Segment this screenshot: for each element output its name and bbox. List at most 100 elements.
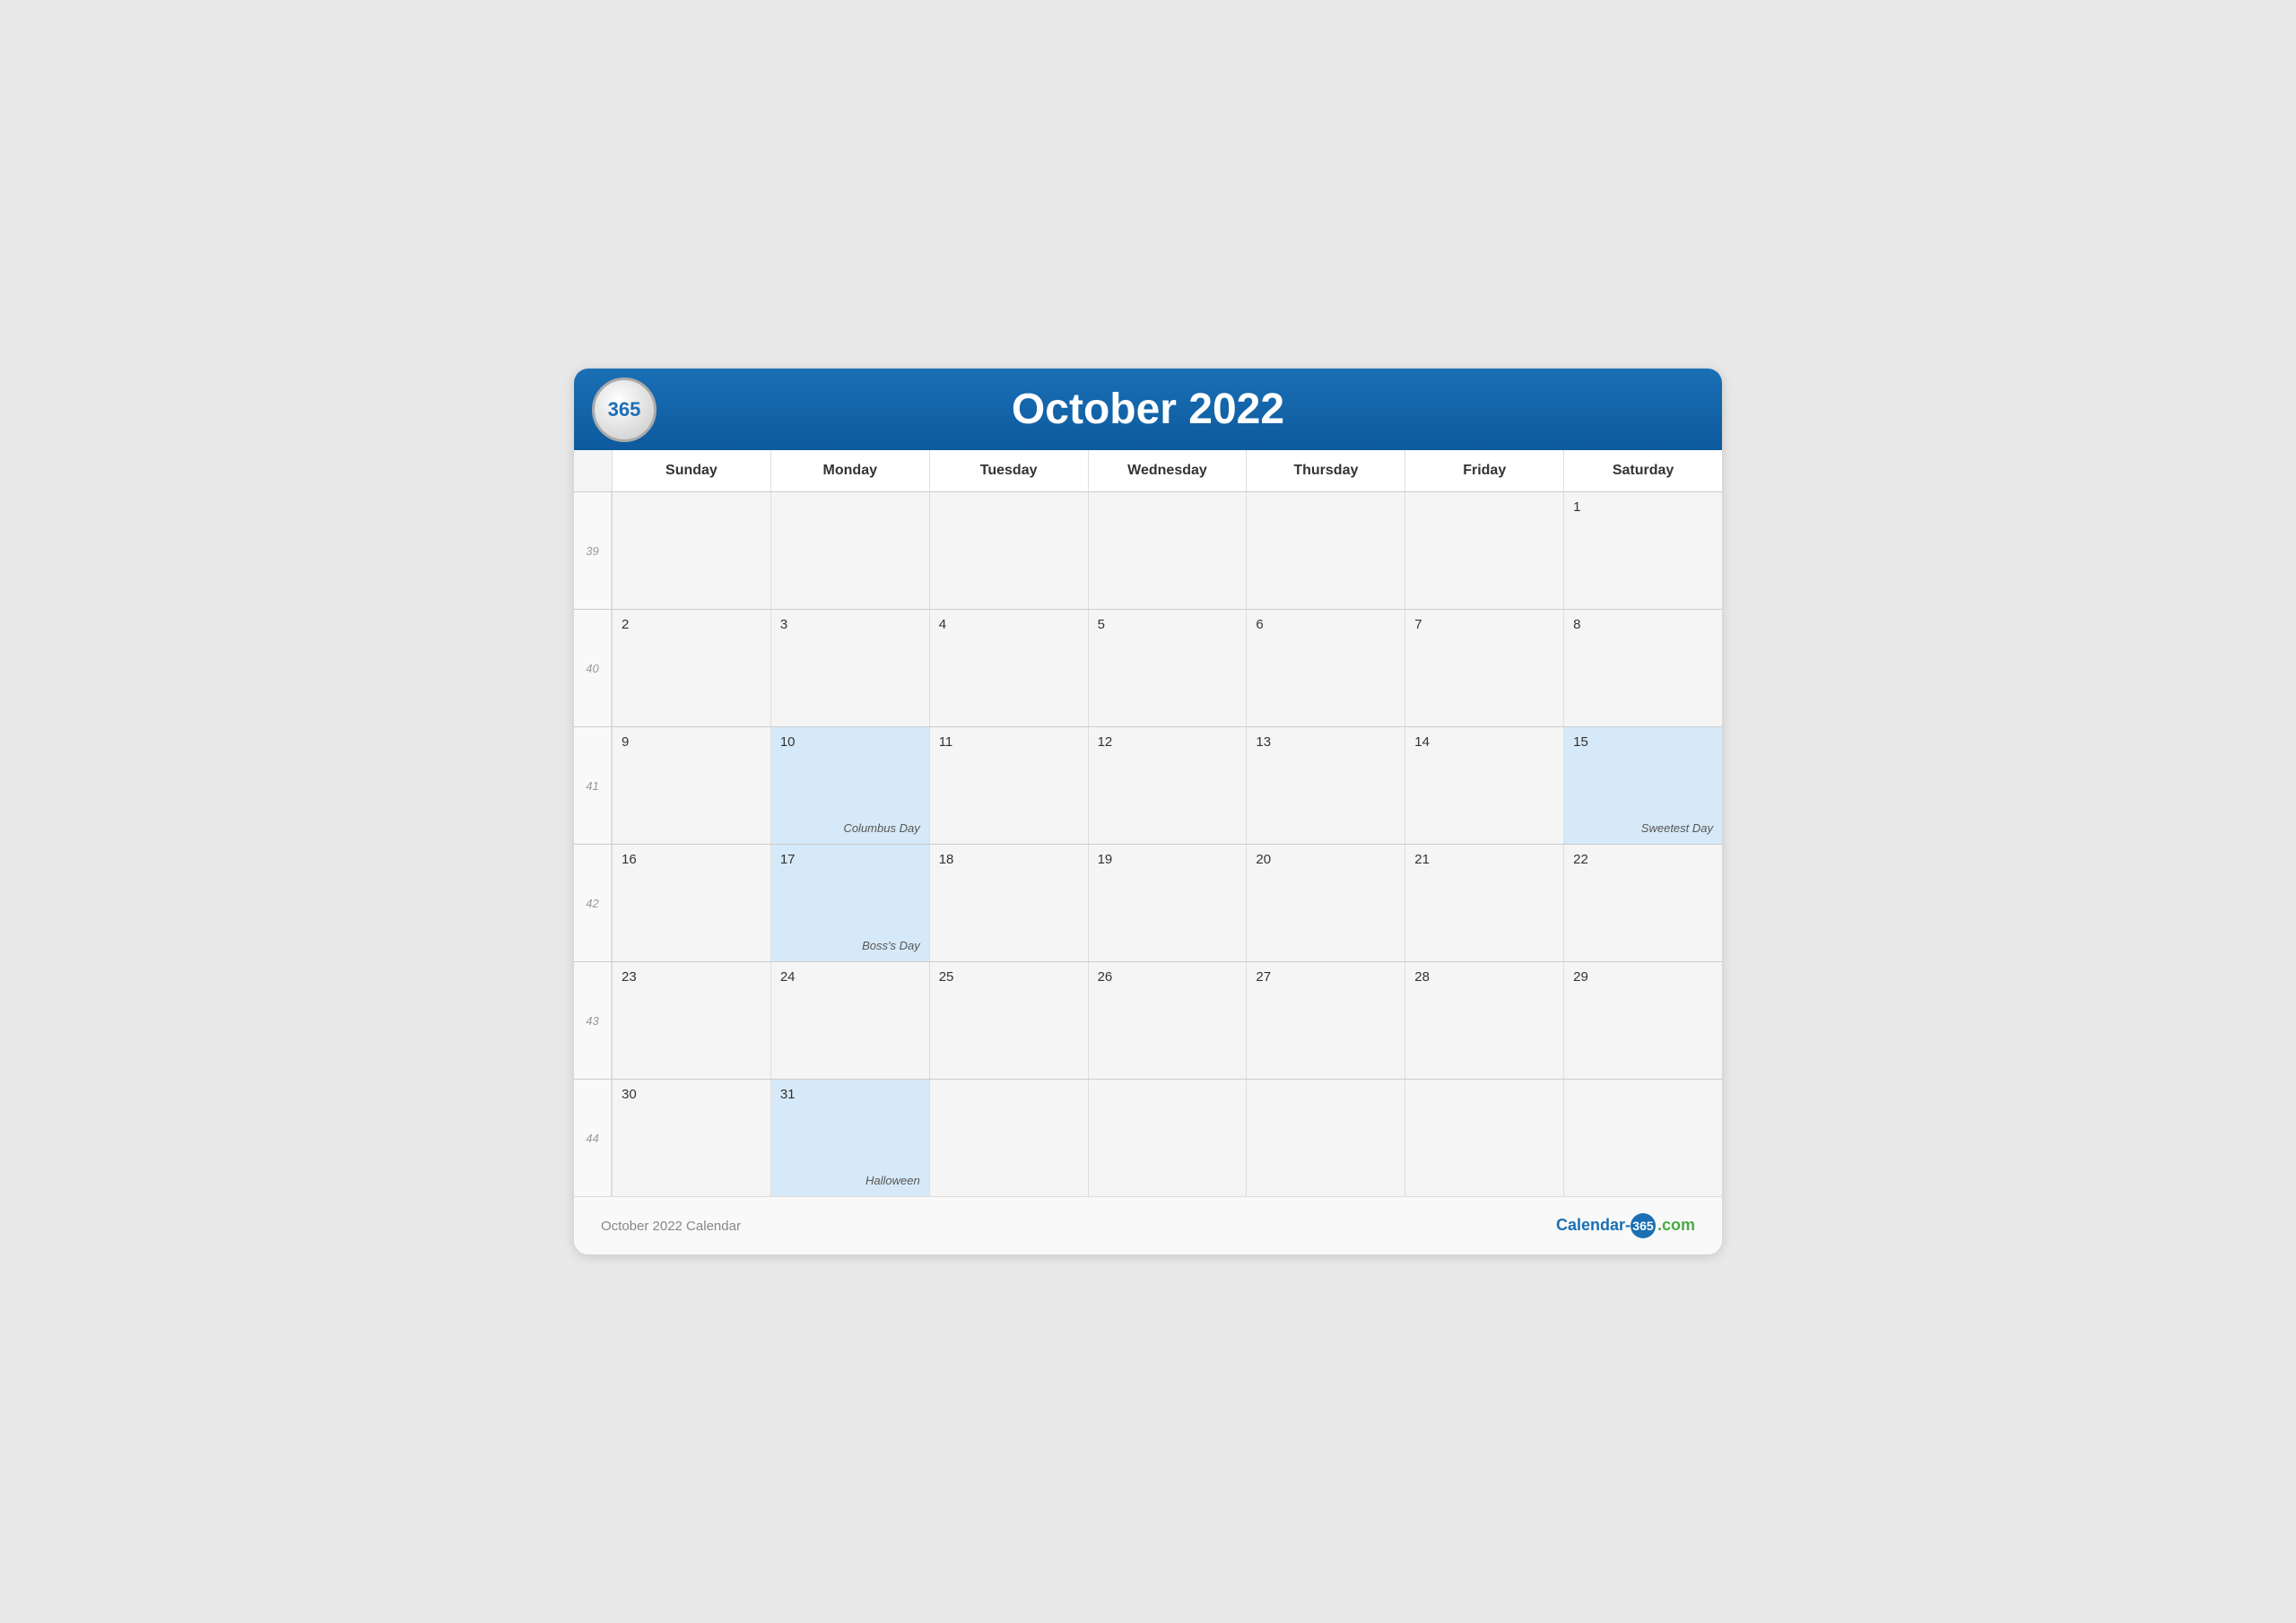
week-number-39: 39	[574, 492, 612, 609]
day-cell-16: 16	[612, 845, 770, 961]
day-number: 18	[939, 852, 1079, 867]
footer-brand-text: Calendar-365.com	[1556, 1216, 1695, 1234]
day-cell-empty	[770, 492, 929, 609]
day-cell-9: 9	[612, 727, 770, 844]
day-cell-25: 25	[929, 962, 1088, 1079]
calendar-container: 365 October 2022 SundayMondayTuesdayWedn…	[574, 369, 1722, 1254]
logo-text: 365	[608, 398, 641, 421]
logo-badge: 365	[592, 378, 657, 442]
day-number: 13	[1256, 734, 1396, 750]
day-number: 24	[780, 969, 920, 985]
calendar-row: 39 1	[574, 492, 1722, 610]
week-number-43: 43	[574, 962, 612, 1079]
day-cell-23: 23	[612, 962, 770, 1079]
day-number: 16	[622, 852, 761, 867]
footer-left-text: October 2022 Calendar	[601, 1219, 741, 1234]
day-cell-26: 26	[1088, 962, 1247, 1079]
day-number: 26	[1098, 969, 1238, 985]
day-cell-3: 3	[770, 610, 929, 726]
day-number: 31	[780, 1087, 920, 1102]
day-cell-21: 21	[1405, 845, 1563, 961]
day-number: 14	[1414, 734, 1554, 750]
day-cell-27: 27	[1246, 962, 1405, 1079]
day-number: 28	[1414, 969, 1554, 985]
day-cell-6: 6	[1246, 610, 1405, 726]
day-number: 8	[1573, 617, 1713, 632]
day-cell-19: 19	[1088, 845, 1247, 961]
day-header-tuesday: Tuesday	[929, 450, 1088, 491]
day-cell-17: 17 Boss's Day	[770, 845, 929, 961]
day-cell-5: 5	[1088, 610, 1247, 726]
day-cell-empty	[1246, 492, 1405, 609]
day-number: 10	[780, 734, 920, 750]
day-cell-empty	[1246, 1080, 1405, 1196]
holiday-label: Halloween	[865, 1174, 920, 1187]
day-header-saturday: Saturday	[1563, 450, 1722, 491]
day-cell-29: 29	[1563, 962, 1722, 1079]
day-cell-22: 22	[1563, 845, 1722, 961]
day-cell-24: 24	[770, 962, 929, 1079]
calendar-title: October 2022	[1012, 385, 1284, 434]
calendar-footer: October 2022 Calendar Calendar-365.com	[574, 1196, 1722, 1254]
day-number: 6	[1256, 617, 1396, 632]
day-cell-10: 10 Columbus Day	[770, 727, 929, 844]
day-number: 1	[1573, 499, 1713, 515]
day-header-thursday: Thursday	[1246, 450, 1405, 491]
day-cell-8: 8	[1563, 610, 1722, 726]
day-header-sunday: Sunday	[612, 450, 770, 491]
holiday-label: Columbus Day	[843, 821, 919, 835]
day-number: 2	[622, 617, 761, 632]
day-number: 11	[939, 734, 1079, 750]
day-number: 20	[1256, 852, 1396, 867]
day-cell-empty	[1563, 1080, 1722, 1196]
day-cell-empty	[929, 1080, 1088, 1196]
day-number: 29	[1573, 969, 1713, 985]
day-number: 4	[939, 617, 1079, 632]
day-cell-empty	[612, 492, 770, 609]
day-cell-empty	[1405, 492, 1563, 609]
week-number-40: 40	[574, 610, 612, 726]
day-number: 17	[780, 852, 920, 867]
footer-calendar-label: Calendar-	[1556, 1216, 1631, 1234]
holiday-label: Boss's Day	[862, 939, 920, 952]
day-number: 23	[622, 969, 761, 985]
day-number: 12	[1098, 734, 1238, 750]
holiday-label: Sweetest Day	[1641, 821, 1713, 835]
calendar-row: 43 23 24 25 26 27 28 29	[574, 962, 1722, 1080]
day-number: 30	[622, 1087, 761, 1102]
day-cell-20: 20	[1246, 845, 1405, 961]
day-header-wednesday: Wednesday	[1088, 450, 1247, 491]
footer-365-badge: 365	[1631, 1213, 1656, 1238]
days-header: SundayMondayTuesdayWednesdayThursdayFrid…	[574, 450, 1722, 492]
day-cell-13: 13	[1246, 727, 1405, 844]
day-header-monday: Monday	[770, 450, 929, 491]
week-number-44: 44	[574, 1080, 612, 1196]
day-cell-empty	[929, 492, 1088, 609]
calendar-header: 365 October 2022	[574, 369, 1722, 450]
day-header-friday: Friday	[1405, 450, 1563, 491]
calendar-grid: 39140234567841910Columbus Day1112131415S…	[574, 492, 1722, 1196]
day-number: 22	[1573, 852, 1713, 867]
day-cell-31: 31 Halloween	[770, 1080, 929, 1196]
day-cell-30: 30	[612, 1080, 770, 1196]
day-cell-4: 4	[929, 610, 1088, 726]
day-cell-empty	[1088, 1080, 1247, 1196]
day-cell-28: 28	[1405, 962, 1563, 1079]
day-number: 7	[1414, 617, 1554, 632]
calendar-body: SundayMondayTuesdayWednesdayThursdayFrid…	[574, 450, 1722, 1196]
calendar-row: 41910Columbus Day1112131415Sweetest Day	[574, 727, 1722, 845]
day-cell-11: 11	[929, 727, 1088, 844]
day-number: 19	[1098, 852, 1238, 867]
calendar-row: 421617Boss's Day1819202122	[574, 845, 1722, 962]
footer-right-brand: Calendar-365.com	[1556, 1213, 1695, 1238]
day-cell-empty	[1088, 492, 1247, 609]
calendar-row: 44 30 31 Halloween	[574, 1080, 1722, 1196]
footer-dot-com: .com	[1657, 1216, 1695, 1234]
day-number: 15	[1573, 734, 1713, 750]
day-number: 27	[1256, 969, 1396, 985]
calendar-row: 40 234 5 6 7 8	[574, 610, 1722, 727]
day-cell-14: 14	[1405, 727, 1563, 844]
day-number: 5	[1098, 617, 1238, 632]
day-cell-empty	[1405, 1080, 1563, 1196]
day-cell-7: 7	[1405, 610, 1563, 726]
